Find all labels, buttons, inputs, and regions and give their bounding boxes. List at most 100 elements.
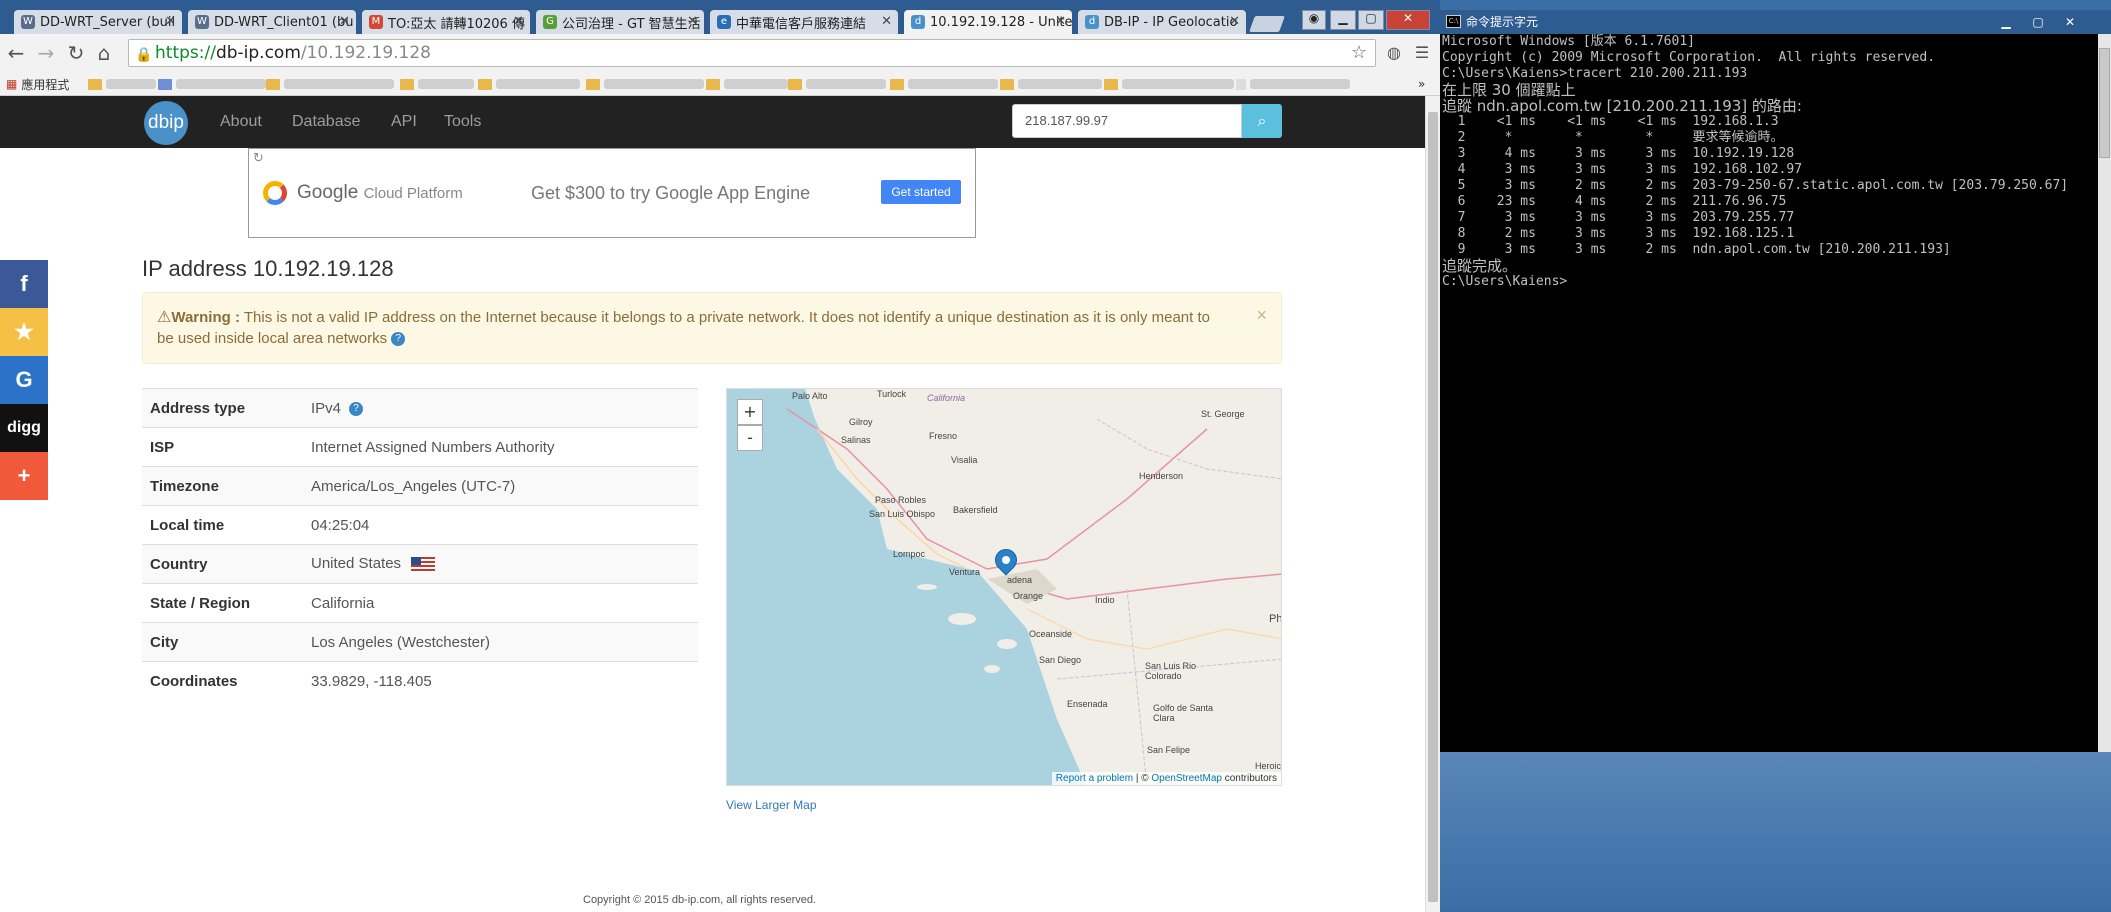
folder-icon	[1104, 78, 1118, 90]
map-label: St. George	[1201, 409, 1245, 419]
bookmark-item[interactable]	[890, 76, 998, 92]
dbip-logo[interactable]: dbip	[144, 101, 188, 145]
folder-icon	[478, 78, 492, 90]
tab-label: TO:亞太 請轉10206 傳	[388, 16, 525, 32]
tab-gt[interactable]: G 公司治理 - GT 智慧生活 ✕	[536, 10, 704, 34]
bookmark-item[interactable]	[478, 76, 580, 92]
bookmark-item[interactable]	[400, 76, 474, 92]
console-titlebar: C:\ 命令提示字元 ▁ ▢ ✕	[1440, 10, 2111, 34]
home-icon[interactable]: ⌂	[92, 41, 116, 65]
console-title: 命令提示字元	[1466, 15, 1539, 29]
map-label: Henderson	[1139, 471, 1184, 481]
reload-icon[interactable]: ↻	[64, 41, 88, 65]
console-line: Microsoft Windows [版本 6.1.7601]	[1442, 34, 1695, 49]
location-map[interactable]: + - Palo Alto Turlock California Gilroy …	[726, 388, 1282, 786]
map-label: Fresno	[929, 431, 958, 441]
page-scrollbar[interactable]	[1425, 96, 1440, 912]
close-icon[interactable]: ✕	[881, 14, 892, 29]
tab-dbip-geolocation[interactable]: d DB-IP - IP Geolocatio ✕	[1078, 10, 1246, 34]
bookmark-item[interactable]	[1236, 76, 1350, 92]
close-icon[interactable]: ✕	[339, 14, 350, 29]
help-icon[interactable]: ?	[349, 401, 364, 416]
scrollbar-thumb[interactable]	[1428, 112, 1438, 902]
report-problem-link[interactable]: Report a problem	[1056, 773, 1133, 784]
console-line: Copyright (c) 2009 Microsoft Corporation…	[1442, 50, 1936, 65]
map-label: Palo Alto	[792, 391, 828, 401]
map-label: San Luis Rio Colorado	[1145, 661, 1197, 681]
bookmark-item[interactable]	[586, 76, 704, 92]
bookmark-item[interactable]	[88, 76, 156, 92]
console-scrollbar[interactable]	[2098, 34, 2111, 752]
search-icon[interactable]: ⌕	[1242, 104, 1282, 138]
view-larger-map-link[interactable]: View Larger Map	[726, 798, 817, 812]
new-tab-button[interactable]	[1249, 16, 1285, 32]
extension-icon[interactable]: ◍	[1382, 41, 1406, 65]
scrollbar-thumb[interactable]	[2099, 48, 2110, 158]
browser-window: W DD-WRT_Server (buil ✕ W DD-WRT_Client0…	[0, 0, 1440, 912]
bookmark-item[interactable]	[706, 76, 788, 92]
address-bar[interactable]: 🔒 https://db-ip.com/10.192.19.128 ☆	[128, 39, 1376, 67]
openstreetmap-link[interactable]: OpenStreetMap	[1151, 773, 1222, 784]
bookmark-item[interactable]	[1104, 76, 1234, 92]
tab-cht[interactable]: e 中華電信客戶服務連結 ✕	[710, 10, 898, 34]
user-icon[interactable]: ◉	[1302, 10, 1326, 30]
command-prompt-window: C:\ 命令提示字元 ▁ ▢ ✕ Microsoft Windows [版本 6…	[1440, 10, 2111, 912]
close-window-button[interactable]: ✕	[2058, 13, 2082, 31]
digg-icon[interactable]: digg	[0, 404, 48, 452]
nav-about[interactable]: About	[220, 113, 262, 131]
bookmark-item[interactable]	[788, 76, 886, 92]
ad-refresh-icon[interactable]: ↻	[253, 151, 264, 166]
help-icon[interactable]: ?	[391, 332, 406, 347]
close-icon[interactable]: ✕	[1055, 14, 1066, 29]
add-share-icon[interactable]: +	[0, 452, 48, 500]
console-prompt[interactable]: C:\Users\Kaiens>	[1442, 274, 2098, 290]
ad-brand-sub: Cloud Platform	[363, 185, 463, 202]
bookmark-apps[interactable]: ▦ 應用程式	[6, 76, 69, 92]
nav-database[interactable]: Database	[292, 113, 361, 131]
close-icon[interactable]: ✕	[165, 14, 176, 29]
nav-api[interactable]: API	[391, 113, 417, 131]
forward-icon[interactable]: →	[34, 41, 58, 65]
table-row: Coordinates 33.9829, -118.405	[142, 661, 698, 701]
tab-dd-wrt-server[interactable]: W DD-WRT_Server (buil ✕	[14, 10, 182, 34]
tab-label: DD-WRT_Server (buil	[40, 14, 176, 30]
tab-gmail[interactable]: M TO:亞太 請轉10206 傳 ✕	[362, 10, 530, 34]
tab-label: DD-WRT_Client01 (bu	[214, 14, 354, 30]
map-label: Visalia	[951, 455, 978, 465]
back-icon[interactable]: ←	[4, 41, 28, 65]
close-icon[interactable]: ✕	[687, 14, 698, 29]
tab-label: DB-IP - IP Geolocatio	[1104, 14, 1238, 30]
menu-icon[interactable]: ☰	[1410, 41, 1434, 65]
share-sidebar: f ★ G digg +	[0, 260, 48, 500]
get-started-button[interactable]: Get started	[881, 180, 961, 204]
facebook-icon[interactable]: f	[0, 260, 48, 308]
bookmarks-overflow-icon[interactable]: »	[1418, 76, 1425, 92]
close-icon[interactable]: ✕	[513, 14, 524, 29]
globe-icon: e	[717, 15, 731, 29]
bookmark-item[interactable]	[1000, 76, 1102, 92]
bookmark-star-icon[interactable]: ☆	[1351, 40, 1367, 66]
tab-bar: W DD-WRT_Server (buil ✕ W DD-WRT_Client0…	[0, 0, 1440, 34]
bookmark-item[interactable]	[266, 76, 394, 92]
tab-dd-wrt-client[interactable]: W DD-WRT_Client01 (bu ✕	[188, 10, 356, 34]
close-icon[interactable]: ×	[1256, 305, 1267, 326]
maximize-button[interactable]: ▢	[1358, 10, 1384, 30]
browser-toolbar: ← → ↻ ⌂ 🔒 https://db-ip.com/10.192.19.128…	[0, 34, 1440, 72]
maximize-button[interactable]: ▢	[2026, 13, 2050, 31]
zoom-out-button[interactable]: -	[737, 425, 763, 451]
minimize-button[interactable]: ▁	[1330, 10, 1356, 30]
tab-dbip-current[interactable]: d 10.192.19.128 - Unite ✕	[904, 10, 1072, 34]
warning-icon: ⚠	[157, 309, 172, 326]
google-icon[interactable]: G	[0, 356, 48, 404]
row-key: Address type	[142, 388, 303, 428]
star-icon[interactable]: ★	[0, 308, 48, 356]
minimize-button[interactable]: ▁	[1994, 13, 2018, 31]
nav-tools[interactable]: Tools	[444, 113, 481, 131]
bookmark-item[interactable]	[158, 76, 266, 92]
close-icon[interactable]: ✕	[1229, 14, 1240, 29]
ad-banner[interactable]: ↻ Google Cloud Platform Get $300 to try …	[248, 148, 976, 238]
console-output[interactable]: Microsoft Windows [版本 6.1.7601] Copyright…	[1440, 34, 2098, 752]
ip-search-input[interactable]: 218.187.99.97	[1012, 104, 1242, 138]
zoom-in-button[interactable]: +	[737, 399, 763, 425]
close-window-button[interactable]: ✕	[1386, 10, 1430, 30]
